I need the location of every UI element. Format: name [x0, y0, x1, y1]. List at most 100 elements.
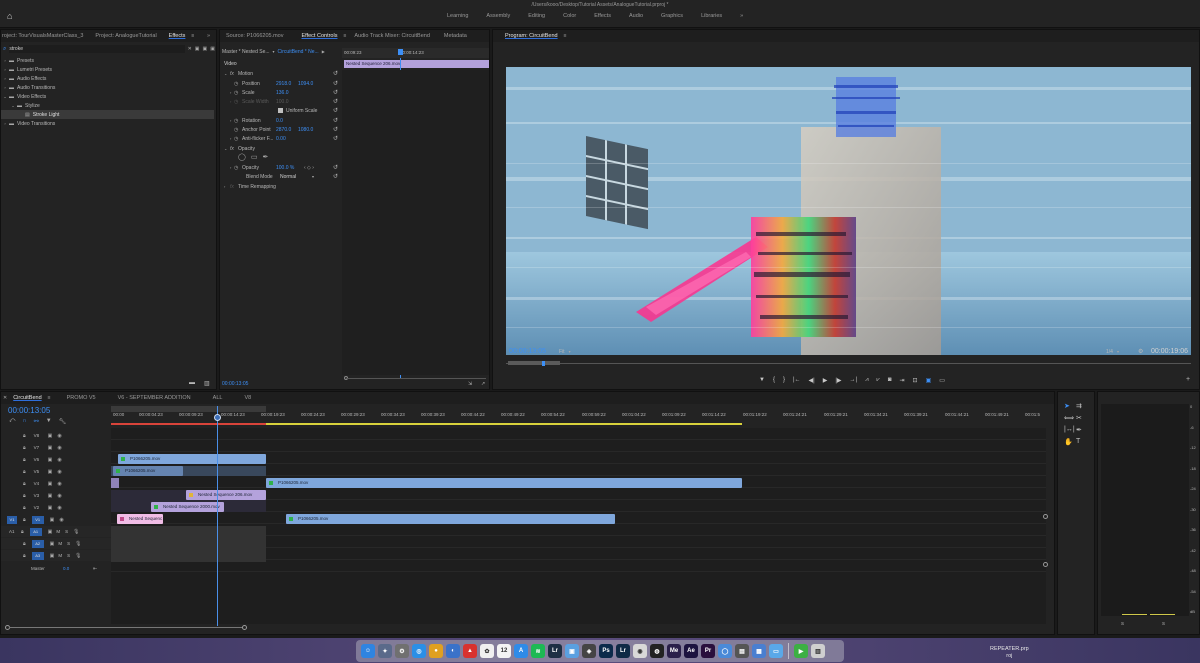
workspace-effects[interactable]: Effects: [585, 13, 620, 19]
chrome-icon[interactable]: ●: [429, 644, 443, 658]
property-uniform-scale[interactable]: Uniform Scale: [278, 106, 317, 115]
media-encoder-icon[interactable]: Me: [667, 644, 681, 658]
master-volume[interactable]: 0.0: [63, 566, 93, 571]
tree-item-stroke-light[interactable]: ▤ Stroke Light: [1, 110, 214, 119]
wrench-icon[interactable]: 🔧︎: [59, 418, 67, 425]
yuv-filter-icon[interactable]: ▣: [210, 46, 215, 52]
tab-project-tourvisuals[interactable]: roject: TourVisualsMasterClass_3: [1, 33, 89, 39]
spotify-icon[interactable]: ≋: [531, 644, 545, 658]
eye-icon[interactable]: ◉: [57, 433, 61, 439]
lock-icon[interactable]: 🔒︎: [23, 457, 26, 463]
source-patch-a1-label[interactable]: A1: [9, 529, 21, 534]
ec-clip-bar[interactable]: Nested Sequence 206.mov: [344, 60, 489, 68]
photos-icon[interactable]: ✿: [480, 644, 494, 658]
slip-tool-icon[interactable]: |↔|: [1064, 426, 1076, 434]
reset-icon[interactable]: ↺: [333, 117, 338, 124]
system-prefs-icon[interactable]: ⚙: [395, 644, 409, 658]
play-clip-icon[interactable]: ▶: [322, 49, 325, 55]
overwrite-icon[interactable]: ⊡: [913, 377, 918, 384]
disk-utility-icon[interactable]: ◐: [446, 644, 460, 658]
lock-icon[interactable]: 🔒︎: [23, 517, 26, 523]
eye-icon[interactable]: ◉: [57, 493, 61, 499]
lock-icon[interactable]: 🔒︎: [21, 529, 24, 535]
mute-button[interactable]: M: [58, 553, 62, 558]
reset-icon[interactable]: ↺: [333, 98, 338, 105]
sequence-clip-label[interactable]: CircuitBend * Ne...: [278, 49, 319, 55]
solo-button[interactable]: S: [65, 529, 68, 534]
ec-scroll-handle[interactable]: [344, 376, 489, 380]
stopwatch-icon[interactable]: ◷: [234, 90, 242, 96]
safari-icon[interactable]: ◎: [412, 644, 426, 658]
preview-icon[interactable]: ▣: [565, 644, 579, 658]
eye-icon[interactable]: ◉: [57, 469, 61, 475]
solo-right-button[interactable]: S: [1162, 621, 1165, 626]
lock-icon[interactable]: 🔒︎: [23, 481, 26, 487]
eye-icon[interactable]: ◉: [59, 517, 63, 523]
track-area[interactable]: P1066205.mov P1066205.mov P1066205.mov N…: [111, 406, 1048, 626]
premiere-icon[interactable]: Pr: [701, 644, 715, 658]
tab-metadata[interactable]: Metadata: [436, 33, 473, 39]
effect-opacity[interactable]: ⌄ fx Opacity: [224, 144, 255, 153]
rectangle-mask-icon[interactable]: ▭: [251, 154, 258, 161]
timeline-hscroll[interactable]: [5, 625, 247, 631]
program-video-frame[interactable]: [506, 67, 1191, 355]
sync-lock-icon[interactable]: ▣: [48, 529, 53, 535]
track-select-tool-icon[interactable]: ⇉: [1076, 402, 1088, 410]
mark-out-icon[interactable]: }: [783, 377, 785, 384]
resolution-select[interactable]: 1/4 ▾: [1106, 349, 1119, 355]
workspace-graphics[interactable]: Graphics: [652, 13, 692, 19]
reset-icon[interactable]: ↺: [333, 164, 338, 171]
clip-v6-p1066205[interactable]: P1066205.mov: [118, 454, 266, 464]
sync-lock-icon[interactable]: ▣: [48, 481, 53, 487]
tab-project-analogue[interactable]: Project: AnalogueTutorial: [89, 33, 162, 39]
sync-lock-icon[interactable]: ▣: [50, 517, 55, 523]
tree-item-audio-effects[interactable]: › ▬ Audio Effects: [1, 74, 46, 83]
keyframe-nav-icon[interactable]: ‹ ◇ ›: [304, 165, 314, 171]
blend-mode-select[interactable]: Normal: [280, 174, 312, 180]
desktop-file-label[interactable]: REPEATER.prp roj: [990, 646, 1029, 660]
clip-v5-p1066205[interactable]: P1066205.mov: [113, 466, 183, 476]
clip-v2-nested-2000[interactable]: Nested Sequence 2000.mov: [151, 502, 224, 512]
play-icon[interactable]: ▶: [823, 377, 828, 384]
sync-lock-icon[interactable]: ▣: [48, 457, 53, 463]
tab-v6-september[interactable]: V6 - SEPTEMBER ADDITION: [102, 395, 197, 401]
solo-button[interactable]: S: [67, 553, 70, 558]
hand-tool-icon[interactable]: ✋: [1064, 438, 1076, 446]
sync-lock-icon[interactable]: ▣: [48, 493, 53, 499]
linked-selection-icon[interactable]: ⚯: [34, 418, 39, 425]
source-patch-v1[interactable]: V1: [7, 515, 17, 524]
sync-lock-icon[interactable]: ▣: [50, 553, 55, 559]
dropdown-icon[interactable]: ▾: [312, 174, 314, 180]
scrubber-playhead[interactable]: [542, 361, 545, 366]
clip-v4-edge[interactable]: [111, 478, 119, 488]
step-forward-icon[interactable]: |▶: [835, 377, 841, 384]
reset-icon[interactable]: ↺: [333, 126, 338, 133]
workspace-audio[interactable]: Audio: [620, 13, 652, 19]
tree-item-lumetri-presets[interactable]: › ▬ Lumetri Presets: [1, 65, 52, 74]
add-marker-icon[interactable]: ▼: [759, 377, 765, 384]
eye-icon[interactable]: ◉: [57, 481, 61, 487]
nest-toggle-icon[interactable]: ⤺: [9, 418, 15, 425]
clear-search-icon[interactable]: ✕: [188, 46, 192, 52]
go-to-in-icon[interactable]: |←: [793, 377, 801, 384]
hscroll-handle-right[interactable]: [242, 625, 247, 630]
program-scrubber[interactable]: [506, 361, 1191, 367]
lightroom-icon[interactable]: Lr: [616, 644, 630, 658]
lock-icon[interactable]: 🔒︎: [23, 433, 26, 439]
lock-icon[interactable]: 🔒︎: [23, 553, 26, 559]
tab-effects[interactable]: Effects: [163, 33, 192, 39]
trash-icon[interactable]: ▥: [204, 380, 210, 387]
sync-lock-icon[interactable]: ▣: [48, 505, 53, 511]
reset-icon[interactable]: ↺: [333, 135, 338, 142]
reset-icon[interactable]: ↺: [333, 107, 338, 114]
microphone-icon[interactable]: 🎙︎: [75, 553, 81, 559]
settings-icon[interactable]: ⚙: [1138, 348, 1143, 355]
panel-menu-icon[interactable]: ≡: [191, 33, 194, 39]
workspace-libraries[interactable]: Libraries: [692, 13, 731, 19]
pen-mask-icon[interactable]: ✒: [262, 154, 268, 161]
extract-icon[interactable]: ⩗: [877, 377, 880, 384]
app-store-icon[interactable]: A: [514, 644, 528, 658]
go-to-out-icon[interactable]: →|: [850, 377, 858, 384]
stopwatch-icon[interactable]: ◷: [234, 127, 242, 133]
step-back-icon[interactable]: ◀|: [809, 377, 815, 384]
